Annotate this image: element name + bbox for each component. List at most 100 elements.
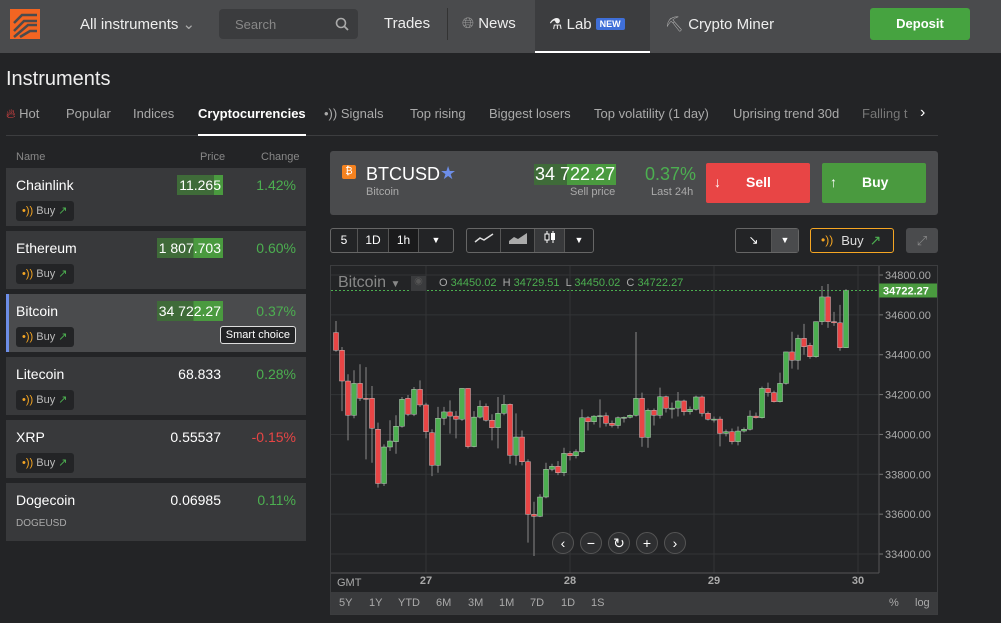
search-icon [335,17,349,31]
candle-body [771,392,777,402]
range-7d[interactable]: 7D [530,597,544,609]
tab-signals[interactable]: •)) Signals [324,106,383,136]
area-chart-icon[interactable] [501,229,535,252]
candle-body [663,396,669,409]
tab-hot[interactable]: 🔥︎ Hot [6,106,39,136]
caret-down-icon: ▼ [390,279,401,290]
signal-buy-button[interactable]: •)) Buy ↗ [16,201,74,221]
period-1d[interactable]: 1D [358,229,389,252]
flask-icon: ⚗︎ [549,16,563,33]
instrument-name: Bitcoin [16,303,59,319]
candle-body [597,415,603,417]
candle-body [525,461,531,515]
candle-body [489,420,495,428]
range-1d[interactable]: 1D [561,597,575,609]
instrument-change: 1.42% [256,177,296,193]
eye-icon[interactable]: ◉ [411,276,426,291]
candle-body [507,404,513,456]
instrument-row-xrp[interactable]: XRP 0.55537 -0.15% •)) Buy ↗ [6,420,306,478]
signal-buy-button[interactable]: •)) Buy ↗ [810,228,894,253]
tab-top-volatility[interactable]: Top volatility (1 day) [594,106,709,136]
range-1m[interactable]: 1M [499,597,514,609]
candlestick-icon[interactable] [535,229,565,252]
percent-scale-toggle[interactable]: % [889,597,899,609]
candle-body [441,411,447,419]
signal-buy-button[interactable]: •)) Buy ↗ [16,264,74,284]
tab-biggest-losers[interactable]: Biggest losers [489,106,571,136]
signal-icon: •)) [324,106,338,121]
buy-label: Buy [841,233,864,248]
star-icon[interactable]: ★ [440,163,456,184]
caret-down-icon[interactable]: ▼ [565,229,593,252]
instrument-symbol: BTCUSD [366,164,441,184]
candle-body [639,398,645,438]
all-instruments-dropdown[interactable]: All instruments ⌄ [80,15,195,33]
candle-body [693,396,699,410]
arrow-down-right-icon[interactable]: ↘ [736,229,772,252]
candle-body [381,446,387,484]
reset-icon[interactable]: ↻ [608,532,630,554]
instrument-row-dogecoin[interactable]: Dogecoin 0.06985 0.11% DOGEUSD [6,483,306,541]
period-5[interactable]: 5 [331,229,358,252]
instrument-name: Chainlink [16,177,74,193]
candle-body [369,398,375,429]
interval-1h[interactable]: 1h [389,229,419,252]
close-value: 34722.27 [637,277,684,289]
scroll-left-icon[interactable]: ‹ [552,532,574,554]
search-input[interactable]: Search [219,9,358,39]
tab-cryptocurrencies[interactable]: Cryptocurrencies [198,106,306,136]
instrument-change: 0.11% [257,492,296,508]
price-chart[interactable]: 34800.00 34600.00 34400.00 34200.00 34000.00… [330,265,938,615]
line-chart-icon[interactable] [467,229,501,252]
sell-button[interactable]: ↓ Sell [706,163,810,203]
divider [447,8,448,40]
chevron-right-icon[interactable]: › [920,104,925,134]
logo[interactable] [10,9,40,39]
chart-symbol-dropdown[interactable]: Bitcoin ▼ [338,274,400,292]
arrow-up-right-icon: ↗ [58,268,68,280]
scroll-right-icon[interactable]: › [664,532,686,554]
signal-buy-button[interactable]: •)) Buy ↗ [16,390,74,410]
candle-body [585,417,591,422]
instrument-row-ethereum[interactable]: Ethereum 1 807.703 0.60% •)) Buy ↗ [6,231,306,289]
nav-trades[interactable]: Trades [384,15,430,32]
signal-icon: •)) [22,331,34,343]
tab-indices[interactable]: Indices [133,106,174,136]
tab-uprising-trend[interactable]: Uprising trend 30d [733,106,839,136]
deposit-button[interactable]: Deposit [870,8,970,40]
fullscreen-icon[interactable]: ⤢ [906,228,938,253]
range-6m[interactable]: 6M [436,597,451,609]
range-1s[interactable]: 1S [591,597,604,609]
candle-body [495,413,501,428]
candle-body [531,514,537,517]
instrument-row-chainlink[interactable]: Chainlink 11.265 1.42% •)) Buy ↗ [6,168,306,226]
range-1y[interactable]: 1Y [369,597,382,609]
instrument-change: 0.28% [256,366,296,382]
tab-falling[interactable]: Falling t [862,106,912,136]
candle-body [477,406,483,418]
range-3m[interactable]: 3M [468,597,483,609]
arrow-up-icon: ↑ [830,174,837,190]
zoom-in-icon[interactable]: + [636,532,658,554]
candle-body [537,496,543,517]
tab-popular[interactable]: Popular [66,106,111,136]
range-5y[interactable]: 5Y [339,597,352,609]
candle-body [351,383,357,416]
col-name: Name [16,151,46,163]
buy-button[interactable]: ↑ Buy [822,163,926,203]
caret-down-icon[interactable]: ▼ [419,229,453,252]
y-tick-label: 34000.00 [885,429,931,441]
range-ytd[interactable]: YTD [398,597,420,609]
signal-buy-button[interactable]: •)) Buy ↗ [16,453,74,473]
nav-news[interactable]: 🌐︎ News [462,15,516,32]
signal-buy-button[interactable]: •)) Buy ↗ [16,327,74,347]
signal-icon: •)) [22,394,34,406]
instrument-row-litecoin[interactable]: Litecoin 68.833 0.28% •)) Buy ↗ [6,357,306,415]
tab-top-rising[interactable]: Top rising [410,106,466,136]
nav-crypto-miner[interactable]: ⛏︎ Crypto Miner [665,15,774,33]
instrument-row-bitcoin[interactable]: Bitcoin 34 722.27 0.37% •)) Buy ↗ Smart … [6,294,306,352]
nav-lab[interactable]: ⚗︎ Lab NEW [535,0,650,53]
log-scale-toggle[interactable]: log [915,597,930,609]
caret-down-icon[interactable]: ▼ [772,229,798,252]
zoom-out-icon[interactable]: − [580,532,602,554]
